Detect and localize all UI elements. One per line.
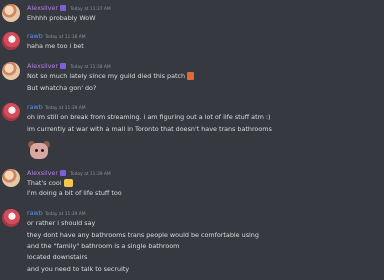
message-text: That's cool xyxy=(27,179,73,187)
timestamp: Today at 11:37 AM xyxy=(69,7,111,12)
message-text: or rather i should say xyxy=(27,219,96,227)
message-text: oh im still on break from streaming. i a… xyxy=(27,113,271,121)
message-header: Alexsilver Today at 11:38 AM xyxy=(27,62,111,72)
message-text: But whatcha gon' do? xyxy=(27,84,97,92)
message-text: and the "family" bathroom is a single ba… xyxy=(27,242,180,250)
badge-icon xyxy=(59,170,66,176)
username[interactable]: rawb xyxy=(27,103,43,111)
avatar[interactable] xyxy=(2,103,20,121)
message-text: located downstairs xyxy=(27,253,88,261)
message-header: rawb Today at 11:39 AM xyxy=(27,209,86,219)
chat-message-list: Alexsilver Today at 11:37 AM Ehhhh probab… xyxy=(0,0,384,280)
username[interactable]: rawb xyxy=(27,32,43,40)
message-header: Alexsilver Today at 11:37 AM xyxy=(27,4,111,14)
message-text: they dont have any bathrooms trans peopl… xyxy=(27,231,259,239)
message-text-content: Not so much lately since my guild died t… xyxy=(27,72,186,80)
timestamp: Today at 11:39 AM xyxy=(44,106,86,111)
timestamp: Today at 11:39 AM xyxy=(44,212,86,217)
message-text: and you need to talk to secruity xyxy=(27,265,130,273)
username[interactable]: Alexsilver xyxy=(27,62,58,70)
avatar[interactable] xyxy=(2,62,20,80)
message-text: Not so much lately since my guild died t… xyxy=(27,72,195,80)
avatar[interactable] xyxy=(2,4,20,22)
emoji-icon xyxy=(187,72,195,80)
timestamp: Today at 11:38 AM xyxy=(69,65,111,70)
timestamp: Today at 11:38 AM xyxy=(44,35,86,40)
message-text-content: That's cool xyxy=(27,179,62,187)
message-header: rawb Today at 11:38 AM xyxy=(27,32,86,42)
username[interactable]: Alexsilver xyxy=(27,4,58,12)
message-text: Ehhhh probably WoW xyxy=(27,14,96,22)
badge-icon xyxy=(59,5,66,11)
badge-icon xyxy=(59,63,66,69)
username[interactable]: Alexsilver xyxy=(27,169,58,177)
username[interactable]: rawb xyxy=(27,209,43,217)
message-header: Alexsilver Today at 11:39 AM xyxy=(27,169,111,179)
sticker-image xyxy=(27,139,51,163)
message-text: I'm doing a bit of life stuff too xyxy=(27,189,122,197)
message-text: im currently at war with a mall in Toron… xyxy=(27,125,272,133)
message-text: haha me too i bet xyxy=(27,42,84,50)
avatar[interactable] xyxy=(2,209,20,227)
timestamp: Today at 11:39 AM xyxy=(69,172,111,177)
emoji-icon xyxy=(63,179,73,187)
avatar[interactable] xyxy=(2,169,20,187)
avatar[interactable] xyxy=(2,32,20,50)
message-header: rawb Today at 11:39 AM xyxy=(27,103,86,113)
